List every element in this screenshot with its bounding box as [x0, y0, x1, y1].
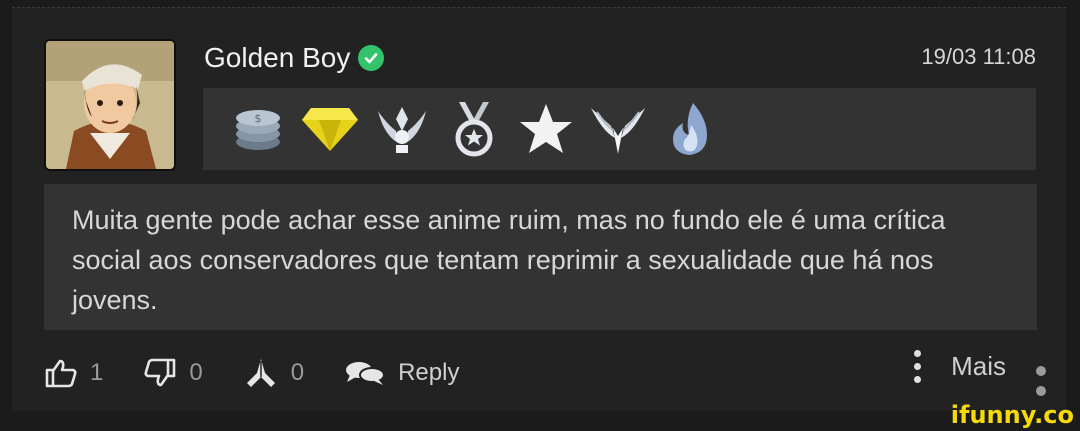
- star-icon[interactable]: [517, 100, 575, 158]
- watermark: ifunny.co: [950, 401, 1074, 429]
- thumbs-up-icon: [45, 359, 77, 388]
- username-label[interactable]: Golden Boy: [204, 42, 350, 74]
- timestamp: 19/03 11:08: [921, 44, 1036, 69]
- speech-bubbles-icon: [346, 362, 386, 385]
- comment-text: Muita gente pode achar esse anime ruim, …: [44, 184, 1037, 330]
- more-vertical-icon: [914, 350, 922, 383]
- svg-text:$: $: [255, 112, 262, 125]
- dislike-count: 0: [189, 359, 203, 386]
- praying-hands-icon: [246, 359, 275, 387]
- like-count: 1: [90, 359, 104, 386]
- wings-icon[interactable]: [589, 100, 647, 158]
- thumbs-down-icon: [144, 358, 176, 387]
- like-button[interactable]: 1: [44, 358, 103, 388]
- winged-badge-icon[interactable]: [373, 100, 431, 158]
- reply-label: Reply: [398, 359, 460, 386]
- watermark-dots-icon: [1036, 366, 1046, 396]
- avatar[interactable]: [44, 39, 176, 171]
- verified-icon: [358, 45, 385, 71]
- action-bar: 1 0 0 Reply: [44, 348, 1044, 398]
- dislike-button[interactable]: 0: [143, 358, 203, 388]
- coins-icon[interactable]: $: [229, 100, 287, 158]
- more-label: Mais: [951, 351, 1006, 381]
- username[interactable]: Golden Boy: [204, 42, 385, 74]
- diamond-icon[interactable]: [301, 100, 359, 158]
- pray-button[interactable]: 0: [243, 357, 304, 389]
- avatar-image: [46, 41, 174, 169]
- flame-icon[interactable]: [661, 100, 719, 158]
- badges-bar: $: [203, 88, 1036, 170]
- reply-button[interactable]: Reply: [344, 359, 459, 387]
- more-menu[interactable]: Mais: [914, 350, 1006, 383]
- comment-card: Golden Boy 19/03 11:08 $ Muita gente pod…: [12, 7, 1066, 411]
- medal-icon[interactable]: [445, 100, 503, 158]
- pray-count: 0: [290, 359, 305, 386]
